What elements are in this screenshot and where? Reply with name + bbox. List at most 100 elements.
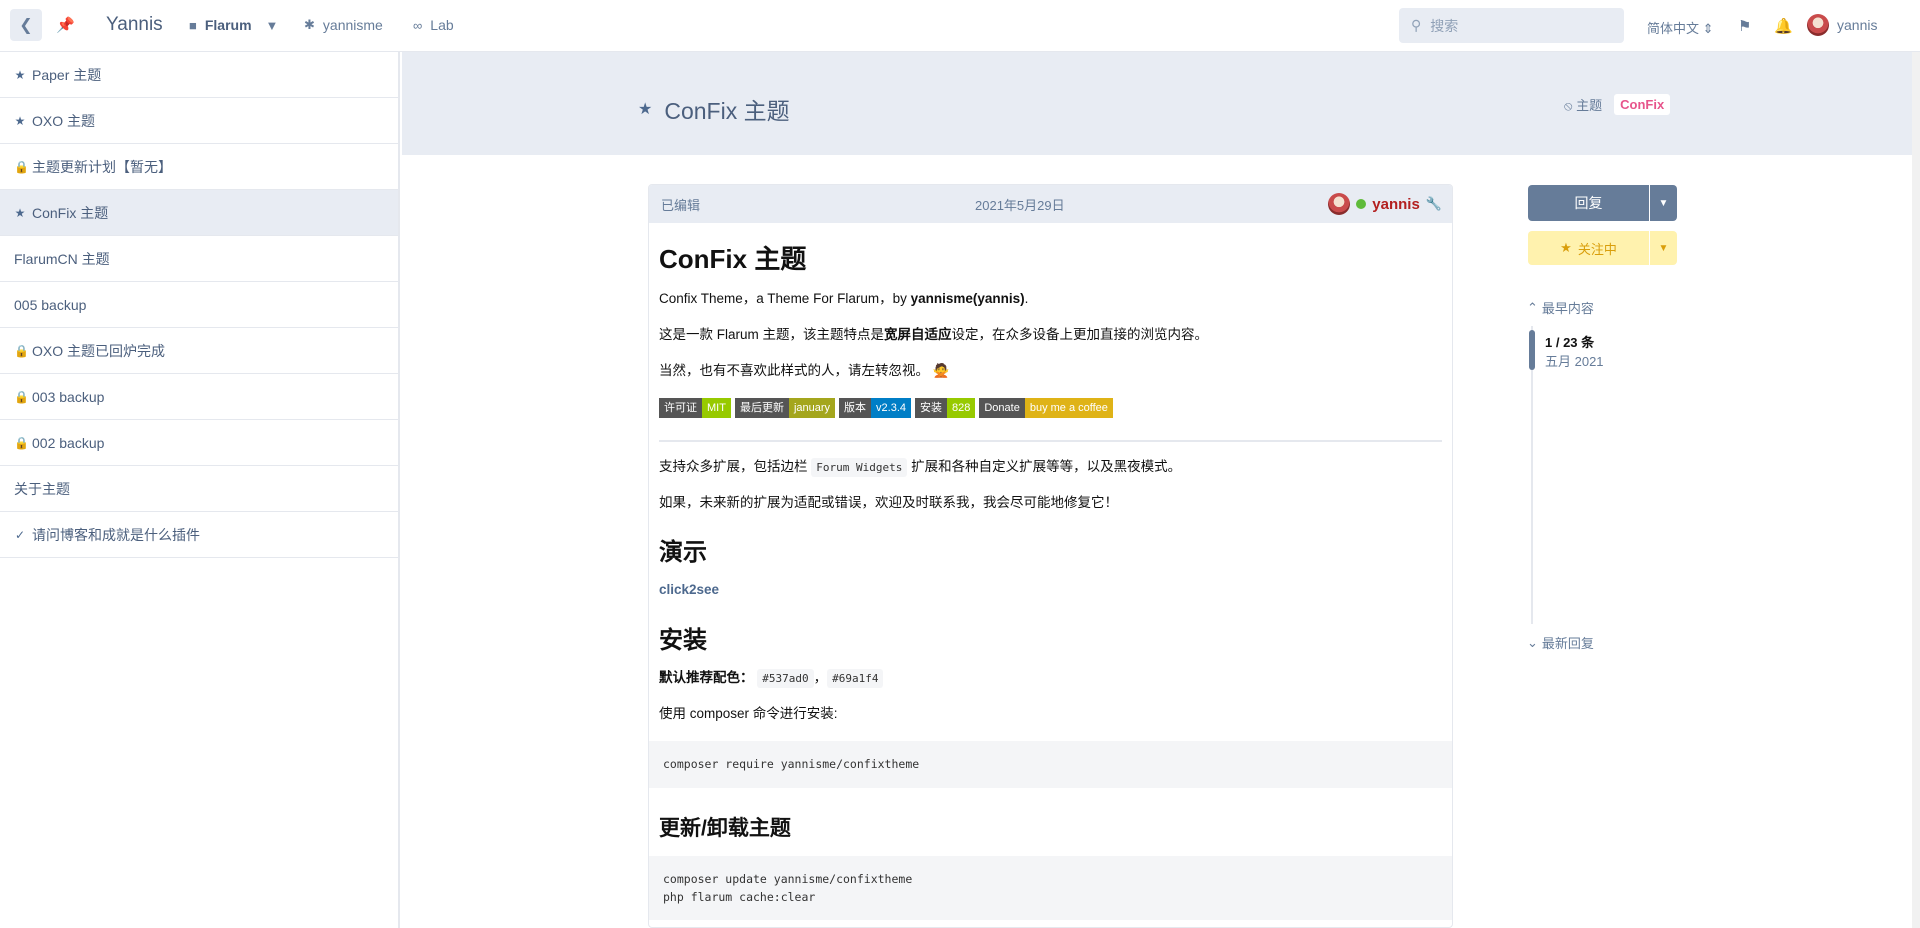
post-date[interactable]: 2021年5月29日: [975, 195, 1065, 214]
scrubber-handle[interactable]: [1529, 330, 1535, 370]
post-header: 已编辑 2021年5月29日 yannis 🔧: [649, 185, 1452, 223]
nav-lab-label: Lab: [430, 17, 454, 33]
post-paragraph: click2see: [659, 581, 1442, 600]
tag-list: ⦸ 主题 ConFix: [1558, 92, 1671, 117]
text: 使用 composer 命令进行安装:: [659, 706, 838, 722]
wrench-icon: 🔧: [1425, 196, 1442, 211]
list-item-label: OXO 主题已回炉完成: [32, 342, 166, 359]
nav-flarum[interactable]: ■ Flarum ▼: [189, 17, 278, 33]
code-line: composer require yannisme/confixtheme: [663, 757, 920, 772]
list-item[interactable]: ✓ 请问博客和成就是什么插件: [0, 512, 398, 558]
lock-icon: 🔒: [14, 343, 29, 358]
section-heading-update: 更新/卸载主题: [659, 816, 791, 840]
code-block: composer update yannisme/confixtheme php…: [649, 855, 1452, 921]
list-item[interactable]: 🔒 主题更新计划【暂无】: [0, 144, 398, 190]
list-item[interactable]: 🔒 003 backup: [0, 374, 398, 420]
flag-icon[interactable]: ⚑: [1738, 17, 1751, 35]
badge-value: buy me a coffee: [1024, 397, 1113, 418]
brush-icon: ⦸: [1564, 98, 1573, 113]
list-item[interactable]: 关于主题: [0, 466, 398, 512]
scrubber-earliest[interactable]: ⌃ 最早内容: [1527, 298, 1594, 317]
list-item[interactable]: ★ Paper 主题: [0, 52, 398, 98]
page-scrollbar[interactable]: [1912, 52, 1920, 928]
donate-badge[interactable]: Donate buy me a coffee: [979, 397, 1113, 418]
section-heading-demo: 演示: [659, 539, 707, 567]
lock-icon: 🔒: [14, 159, 29, 174]
star-icon: ★: [638, 101, 653, 118]
installs-badge[interactable]: 安装 828: [915, 397, 976, 418]
list-item[interactable]: 🔒 OXO 主题已回炉完成: [0, 328, 398, 374]
asterisk-icon: ✱: [304, 17, 315, 32]
license-badge[interactable]: 许可证 MIT: [659, 397, 731, 418]
list-item[interactable]: FlarumCN 主题: [0, 236, 398, 282]
list-item[interactable]: 🔒 002 backup: [0, 420, 398, 466]
text: 支持众多扩展，包括边栏: [659, 458, 812, 474]
reply-button[interactable]: 回复: [1528, 185, 1649, 221]
version-badge[interactable]: 版本 v2.3.4: [839, 397, 911, 418]
double-chevron-up-icon: ⌃: [1527, 299, 1538, 315]
list-item-label: 请问博客和成就是什么插件: [32, 526, 200, 543]
double-chevron-down-icon: ⌄: [1527, 634, 1538, 650]
badge-label: Donate: [979, 397, 1025, 418]
discussion-hero: ★ ConFix 主题 ⦸ 主题 ConFix: [402, 52, 1920, 155]
post-card: 已编辑 2021年5月29日 yannis 🔧 ConFix 主题 Confix…: [648, 184, 1453, 928]
last-update-badge[interactable]: 最后更新 january: [734, 397, 836, 418]
user-menu[interactable]: yannis: [1807, 14, 1877, 36]
list-item-label: 002 backup: [32, 434, 105, 451]
search-placeholder: 搜索: [1430, 17, 1459, 34]
nav-lab[interactable]: ∞ Lab: [413, 17, 454, 33]
bell-icon[interactable]: 🔔: [1774, 17, 1793, 35]
pin-icon[interactable]: 📌: [56, 16, 75, 34]
post-paragraph: 支持众多扩展，包括边栏 Forum Widgets 扩展和各种自定义扩展等等，以…: [659, 457, 1442, 477]
text: 这是一款 Flarum 主题，该主题特点是: [659, 326, 885, 342]
demo-link[interactable]: click2see: [659, 582, 719, 597]
post-paragraph: 默认推荐配色： #537ad0， #69a1f4: [659, 669, 1442, 689]
inline-code: #69a1f4: [827, 669, 884, 689]
search-input[interactable]: ⚲ 搜索: [1399, 8, 1624, 43]
edited-label[interactable]: 已编辑: [661, 195, 700, 214]
comment-icon: ■: [189, 17, 197, 33]
lock-icon: 🔒: [14, 389, 29, 404]
scrubber-track[interactable]: [1531, 326, 1533, 624]
code-block: composer require yannisme/confixtheme: [649, 741, 1452, 788]
inline-code: Forum Widgets: [811, 457, 908, 477]
post-body: ConFix 主题 Confix Theme，a Theme For Flaru…: [649, 223, 1452, 927]
post-author[interactable]: yannis 🔧: [1328, 193, 1442, 215]
scrubber-date: 五月 2021: [1545, 354, 1604, 369]
list-item-label: OXO 主题: [32, 112, 96, 129]
badge-label: 最后更新: [734, 397, 789, 418]
post-paragraph: 当然，也有不喜欢此样式的人，请左转忽视。 🙅: [659, 362, 1442, 381]
caret-down-icon: ▼: [1658, 197, 1669, 209]
nav-flarum-label: Flarum: [204, 17, 252, 33]
nav-yannisme[interactable]: ✱ yannisme: [304, 17, 383, 33]
list-item-label: ConFix 主题: [32, 204, 109, 221]
follow-dropdown-button[interactable]: ▼: [1650, 231, 1677, 265]
post-paragraph: 如果，未来新的扩展为适配或错误，欢迎及时联系我，我会尽可能地修复它！: [659, 494, 1442, 513]
follow-button[interactable]: ★ 关注中: [1528, 231, 1649, 265]
star-icon: ★: [1560, 240, 1572, 255]
badge-value: MIT: [702, 397, 731, 418]
text: ，: [813, 670, 828, 686]
language-selector[interactable]: 简体中文 ⇕: [1647, 18, 1714, 37]
person-gesturing-no-icon: 🙅: [932, 362, 950, 378]
star-icon: ★: [14, 205, 26, 220]
author-name: yannis: [1372, 195, 1420, 213]
reply-dropdown-button[interactable]: ▼: [1650, 185, 1677, 221]
bold-text: 默认推荐配色：: [659, 670, 754, 686]
back-button[interactable]: ❮: [10, 9, 42, 41]
code-line: composer update yannisme/confixtheme: [663, 871, 913, 886]
forum-brand[interactable]: Yannis: [106, 14, 163, 36]
tag-theme[interactable]: ⦸ 主题: [1558, 92, 1608, 117]
list-item-active[interactable]: ★ ConFix 主题: [0, 190, 398, 236]
list-item-label: FlarumCN 主题: [14, 250, 110, 267]
badge-value: january: [788, 397, 836, 418]
text: 设定，在众多设备上更加直接的浏览内容。: [951, 326, 1209, 342]
divider: [659, 439, 1442, 442]
tag-confix[interactable]: ConFix: [1614, 94, 1671, 115]
badge-row: 许可证 MIT 最后更新 january 版本 v2.3.4 安装 828 Donate…: [659, 397, 1442, 418]
list-item[interactable]: 005 backup: [0, 282, 398, 328]
list-item[interactable]: ★ OXO 主题: [0, 98, 398, 144]
scrubber-latest[interactable]: ⌄ 最新回复: [1527, 633, 1594, 652]
discussion-title-text: ConFix 主题: [664, 98, 790, 124]
bold-text: 宽屏自适应: [884, 326, 952, 342]
